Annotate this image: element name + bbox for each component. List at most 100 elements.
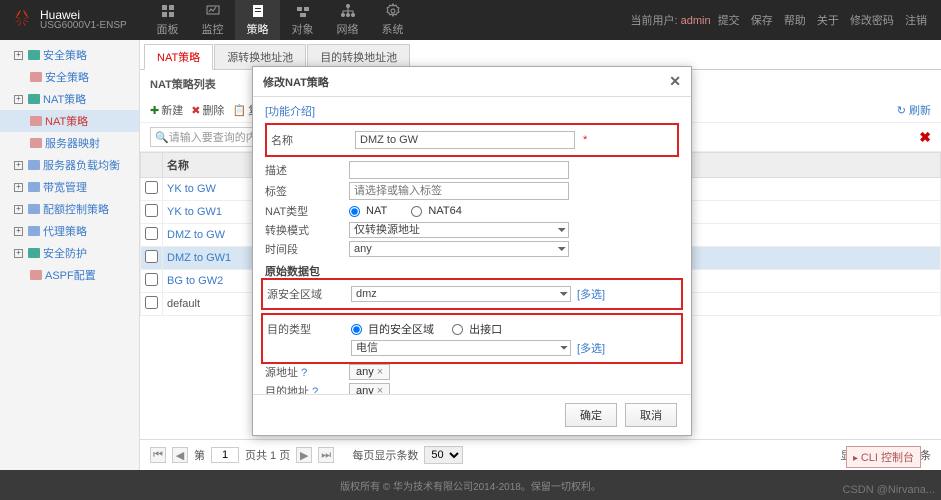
expand-icon[interactable]: + xyxy=(14,183,23,192)
nav-monitor[interactable]: 监控 xyxy=(190,0,235,40)
dst-zone-select[interactable]: 电信 xyxy=(351,340,571,356)
sidebar-label: ASPF配置 xyxy=(45,267,96,283)
expand-icon[interactable]: + xyxy=(14,51,23,60)
expand-icon[interactable]: + xyxy=(14,161,23,170)
row-checkbox[interactable] xyxy=(145,250,158,263)
dst-addr-chip[interactable]: any× xyxy=(349,383,390,394)
expand-icon[interactable]: + xyxy=(14,95,23,104)
col-header[interactable]: 名称 xyxy=(163,153,253,178)
expand-icon[interactable]: + xyxy=(14,227,23,236)
header-right: 当前用户: admin 提交 保存 帮助 关于 修改密码 注销 xyxy=(631,12,941,28)
desc-input[interactable] xyxy=(349,161,569,179)
tree-icon xyxy=(30,115,42,127)
row-checkbox[interactable] xyxy=(145,296,158,309)
sidebar-item[interactable]: + 带宽管理 xyxy=(0,176,139,198)
dashboard-icon xyxy=(160,3,176,19)
sidebar-label: 安全策略 xyxy=(45,69,89,85)
sidebar-item[interactable]: + NAT策略 xyxy=(0,88,139,110)
chip-remove-icon[interactable]: × xyxy=(377,366,383,378)
expand-icon[interactable]: + xyxy=(14,205,23,214)
help-icon[interactable]: ? xyxy=(301,367,307,379)
delete-button[interactable]: ✖删除 xyxy=(191,102,224,118)
row-checkbox[interactable] xyxy=(145,273,158,286)
pager-page-input[interactable] xyxy=(211,447,239,463)
sidebar: +安全策略安全策略+NAT策略NAT策略服务器映射+服务器负载均衡+带宽管理+配… xyxy=(0,40,140,470)
src-zone-select[interactable]: dmz xyxy=(351,286,571,302)
sidebar-label: 带宽管理 xyxy=(43,179,87,195)
expand-icon[interactable]: + xyxy=(14,249,23,258)
help-icon[interactable]: ? xyxy=(312,386,318,394)
link-logout[interactable]: 注销 xyxy=(905,15,927,27)
trans-mode-select[interactable]: 仅转换源地址 xyxy=(349,222,569,238)
model-name: USG6000V1-ENSP xyxy=(40,21,127,31)
nav-dashboard[interactable]: 面板 xyxy=(145,0,190,40)
edit-nat-modal: 修改NAT策略 ✕ [功能介绍] 名称* 描述 标签 NAT类型 NAT NAT… xyxy=(252,66,692,436)
cancel-button[interactable]: 取消 xyxy=(625,403,677,427)
footer: 版权所有 © 华为技术有限公司2014-2018。保留一切权利。 xyxy=(0,470,941,500)
new-button[interactable]: ✚新建 xyxy=(150,102,183,118)
row-checkbox[interactable] xyxy=(145,181,158,194)
pager-prev[interactable]: ◀ xyxy=(172,447,188,463)
huawei-logo-icon xyxy=(10,8,34,32)
nat64-radio[interactable] xyxy=(411,206,422,217)
nat-radio[interactable] xyxy=(349,206,360,217)
tag-input[interactable] xyxy=(349,182,569,200)
link-help[interactable]: 帮助 xyxy=(784,15,806,27)
pager-first[interactable]: ⏮ xyxy=(150,447,166,463)
name-input[interactable] xyxy=(355,131,575,149)
close-search-icon[interactable]: ✖ xyxy=(919,129,931,146)
pager-last[interactable]: ⏭ xyxy=(318,447,334,463)
chip-remove-icon[interactable]: × xyxy=(377,385,383,394)
link-commit[interactable]: 提交 xyxy=(718,15,740,27)
tree-icon xyxy=(30,269,42,281)
tree-icon xyxy=(28,247,40,259)
row-checkbox[interactable] xyxy=(145,227,158,240)
sidebar-label: NAT策略 xyxy=(45,113,88,129)
refresh-button[interactable]: ↻ 刷新 xyxy=(897,102,931,118)
sidebar-item[interactable]: NAT策略 xyxy=(0,110,139,132)
watermark: CSDN @Nirvana... xyxy=(843,484,935,496)
modal-close-icon[interactable]: ✕ xyxy=(669,73,681,90)
intro-link[interactable]: [功能介绍] xyxy=(265,103,679,119)
nav-system[interactable]: 系统 xyxy=(370,0,415,40)
current-user: admin xyxy=(681,15,711,27)
sidebar-label: NAT策略 xyxy=(43,91,86,107)
sidebar-item[interactable]: ASPF配置 xyxy=(0,264,139,286)
time-select[interactable]: any xyxy=(349,241,569,257)
sidebar-item[interactable]: +安全防护 xyxy=(0,242,139,264)
col-header[interactable] xyxy=(141,153,163,178)
out-if-radio[interactable] xyxy=(452,324,463,335)
sidebar-item[interactable]: + 代理策略 xyxy=(0,220,139,242)
tree-icon xyxy=(30,71,42,83)
src-addr-chip[interactable]: any× xyxy=(349,364,390,380)
sidebar-item[interactable]: + 安全策略 xyxy=(0,44,139,66)
tree-icon xyxy=(28,225,40,237)
monitor-icon xyxy=(205,3,221,19)
sidebar-label: 代理策略 xyxy=(43,223,87,239)
sidebar-label: 安全策略 xyxy=(43,47,87,63)
sidebar-item[interactable]: 安全策略 xyxy=(0,66,139,88)
dst-zone-radio[interactable] xyxy=(351,324,362,335)
nav-policy[interactable]: 策略 xyxy=(235,0,280,40)
pager-perpage[interactable]: 50 xyxy=(424,446,463,464)
sidebar-item[interactable]: +配额控制策略 xyxy=(0,198,139,220)
src-zone-multi-link[interactable]: [多选] xyxy=(577,286,605,302)
sidebar-item[interactable]: 服务器映射 xyxy=(0,132,139,154)
tree-icon xyxy=(28,203,40,215)
pager: ⏮ ◀ 第 页共 1 页 ▶ ⏭ 每页显示条数 50 显示 1 - 6 , 共 … xyxy=(140,439,941,470)
top-nav: 面板 监控 策略 对象 网络 系统 xyxy=(145,0,415,40)
link-about[interactable]: 关于 xyxy=(817,15,839,27)
sidebar-item[interactable]: +服务器负载均衡 xyxy=(0,154,139,176)
dst-zone-multi-link[interactable]: [多选] xyxy=(577,340,605,356)
tree-icon xyxy=(28,181,40,193)
ok-button[interactable]: 确定 xyxy=(565,403,617,427)
nav-network[interactable]: 网络 xyxy=(325,0,370,40)
row-checkbox[interactable] xyxy=(145,204,158,217)
cli-console-button[interactable]: ▸ CLI 控制台 xyxy=(846,446,921,468)
tab-nat-policy[interactable]: NAT策略 xyxy=(144,44,213,70)
link-save[interactable]: 保存 xyxy=(751,15,773,27)
pager-next[interactable]: ▶ xyxy=(296,447,312,463)
gear-icon xyxy=(385,3,401,19)
nav-object[interactable]: 对象 xyxy=(280,0,325,40)
link-chpwd[interactable]: 修改密码 xyxy=(850,15,894,27)
